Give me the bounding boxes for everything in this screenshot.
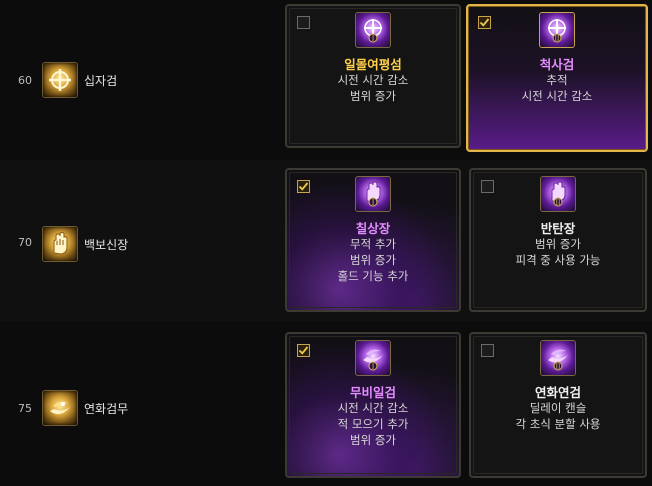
effect-line: 범위 증가: [535, 237, 581, 251]
tripod-option-card[interactable]: II 반탄장 범위 증가 피격 중 사용 가능: [469, 168, 647, 312]
option-effects: 시전 시간 감소 범위 증가: [287, 72, 459, 104]
option-title: 무비일검: [349, 385, 396, 400]
tier-1-icon: I: [355, 340, 391, 376]
option-effects: 시전 시간 감소 적 모으기 추가 범위 증가: [287, 400, 459, 448]
option-effects: 범위 증가 피격 중 사용 가능: [471, 236, 645, 268]
option-effects: 무적 추가 범위 증가 홀드 기능 추가: [287, 236, 459, 284]
svg-text:II: II: [556, 364, 561, 371]
skill-name: 백보신장: [84, 238, 129, 252]
option-title: 연화연검: [534, 385, 581, 400]
effect-line: 무적 추가: [350, 237, 396, 251]
option-checkbox[interactable]: [481, 344, 494, 357]
effect-line: 피격 중 사용 가능: [515, 253, 601, 267]
effect-line: 딜레이 캔슬: [529, 401, 587, 415]
option-title: 칠상장: [355, 221, 391, 236]
skill-row-70: 70 백보신장 I 칠상장 무적 추가 범위 증가 홀드 기능 추가 II 반탄…: [0, 160, 652, 322]
skill-row-75: 75 연화검무 I 무비일검 시전 시간 감소 적 모으기 추가 범위 증가 I…: [0, 324, 652, 486]
effect-line: 시전 시간 감소: [337, 401, 409, 415]
option-effects: 추적 시전 시간 감소: [468, 72, 646, 104]
tripod-option-card[interactable]: I 일몰여평섬 시전 시간 감소 범위 증가: [285, 4, 461, 148]
tier-2-icon: II: [540, 340, 576, 376]
option-checkbox-checked[interactable]: [478, 16, 491, 29]
option-title: 반탄장: [540, 221, 576, 236]
effect-line: 홀드 기능 추가: [337, 269, 409, 283]
tier-1-icon: I: [355, 12, 391, 48]
option-checkbox[interactable]: [297, 16, 310, 29]
tier-2-icon: II: [540, 176, 576, 212]
svg-text:II: II: [556, 200, 561, 207]
skill-name: 십자검: [84, 74, 118, 88]
option-checkbox-checked[interactable]: [297, 180, 310, 193]
skill-level: 70: [18, 236, 32, 249]
skill-info: 70 백보신장: [0, 160, 283, 322]
skill-info: 75 연화검무: [0, 324, 283, 486]
tripod-option-card-selected[interactable]: II 척사검 추적 시전 시간 감소: [466, 4, 648, 152]
effect-line: 각 초식 분할 사용: [515, 417, 601, 431]
skill-info: 60 십자검: [0, 0, 283, 158]
tripod-option-card-selected[interactable]: I 칠상장 무적 추가 범위 증가 홀드 기능 추가: [285, 168, 461, 312]
skill-level: 60: [18, 74, 32, 87]
palm-icon[interactable]: [42, 226, 78, 262]
svg-text:II: II: [555, 36, 560, 43]
skill-level: 75: [18, 402, 32, 415]
option-title: 척사검: [539, 57, 575, 72]
tier-2-icon: II: [539, 12, 575, 48]
effect-line: 적 모으기 추가: [337, 417, 409, 431]
lotus-blade-icon[interactable]: [42, 390, 78, 426]
option-checkbox-checked[interactable]: [297, 344, 310, 357]
effect-line: 범위 증가: [350, 89, 396, 103]
skill-row-60: 60 십자검 I 일몰여평섬 시전 시간 감소 범위 증가 II 척사검 추적 …: [0, 0, 652, 158]
tier-1-icon: I: [355, 176, 391, 212]
effect-line: 시전 시간 감소: [521, 89, 593, 103]
effect-line: 범위 증가: [350, 253, 396, 267]
effect-line: 추적: [546, 73, 568, 87]
option-title: 일몰여평섬: [344, 57, 402, 72]
skill-name: 연화검무: [84, 402, 129, 416]
effect-line: 시전 시간 감소: [337, 73, 409, 87]
effect-line: 범위 증가: [350, 433, 396, 447]
option-effects: 딜레이 캔슬 각 초식 분할 사용: [471, 400, 645, 432]
cross-sword-icon[interactable]: [42, 62, 78, 98]
option-checkbox[interactable]: [481, 180, 494, 193]
tripod-option-card-selected[interactable]: I 무비일검 시전 시간 감소 적 모으기 추가 범위 증가: [285, 332, 461, 478]
tripod-option-card[interactable]: II 연화연검 딜레이 캔슬 각 초식 분할 사용: [469, 332, 647, 478]
